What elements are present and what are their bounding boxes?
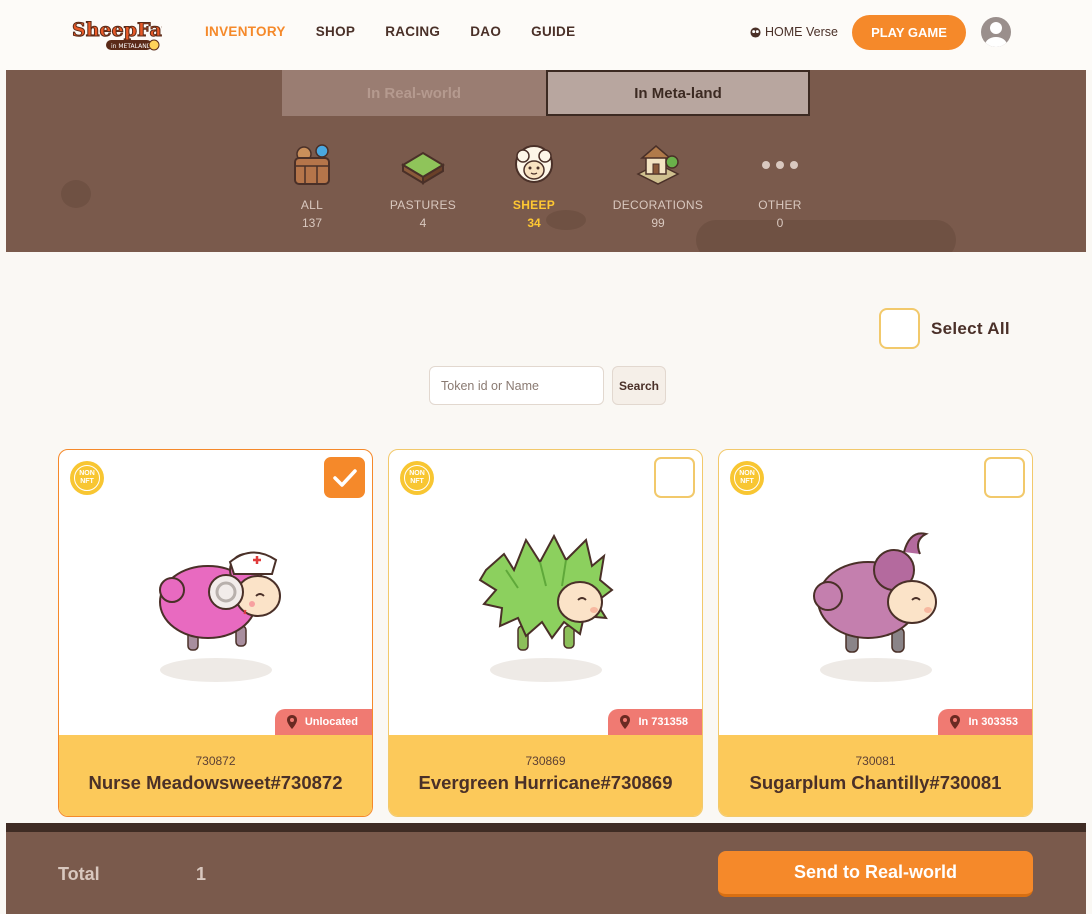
token-id: 730869	[525, 754, 566, 768]
location-label: In 731358	[638, 716, 688, 728]
checkmark-icon	[332, 468, 357, 487]
sheep-name: Evergreen Hurricane#730869	[418, 772, 673, 793]
sheep-icon	[484, 140, 584, 190]
non-nft-badge: NON NFT	[70, 461, 104, 495]
sheep-name: Nurse Meadowsweet#730872	[88, 772, 343, 793]
nav-guide[interactable]: GUIDE	[531, 24, 575, 39]
play-game-button[interactable]: PLAY GAME	[852, 15, 966, 50]
sheep-image	[59, 500, 372, 700]
tab-in-real-world[interactable]: In Real-world	[282, 70, 546, 116]
category-all[interactable]: ALL 137	[262, 140, 362, 230]
card-checkbox-checked[interactable]	[324, 457, 365, 498]
homeverse-link[interactable]: HOME Verse	[750, 25, 838, 39]
map-pin-icon	[286, 715, 297, 729]
send-to-real-world-button[interactable]: Send to Real-world	[718, 851, 1033, 897]
total-label: Total	[58, 864, 100, 884]
house-icon	[608, 140, 708, 190]
card-checkbox[interactable]	[654, 457, 695, 498]
category-label: ALL	[300, 198, 324, 212]
nav-racing[interactable]: RACING	[385, 24, 440, 39]
basket-icon	[262, 140, 362, 190]
category-label: OTHER	[758, 198, 802, 212]
sheep-image	[719, 500, 1032, 700]
nav-shop[interactable]: SHOP	[316, 24, 355, 39]
homeverse-label: HOME Verse	[765, 25, 838, 39]
decorative-blob	[61, 180, 91, 208]
total-value: 1	[196, 864, 207, 884]
category-other[interactable]: OTHER 0	[730, 140, 830, 230]
select-all-label[interactable]: Select All	[931, 319, 1010, 339]
user-avatar[interactable]	[981, 17, 1011, 47]
category-count: 4	[419, 216, 427, 230]
search-input[interactable]	[429, 366, 604, 405]
sheepfarm-logo[interactable]: SheepFarm in METALAND	[70, 12, 192, 54]
nav-inventory[interactable]: INVENTORY	[205, 24, 286, 39]
main-nav: INVENTORY SHOP RACING DAO GUIDE	[205, 24, 605, 39]
more-dots-icon	[730, 140, 830, 190]
location-label: In 303353	[968, 716, 1018, 728]
category-decorations[interactable]: DECORATIONS 99	[608, 140, 708, 230]
category-count: 99	[651, 216, 665, 230]
sheep-card[interactable]: NON NFT Unlocated 730872 Nurse Meadowswe…	[58, 449, 373, 817]
bottom-action-bar: Total 1 Send to Real-world	[6, 823, 1086, 914]
select-all-checkbox[interactable]	[879, 308, 920, 349]
category-label: SHEEP	[512, 198, 556, 212]
category-count: 137	[301, 216, 323, 230]
category-sheep[interactable]: SHEEP 34	[484, 140, 584, 230]
location-badge: In 303353	[938, 709, 1032, 735]
tab-in-meta-land[interactable]: In Meta-land	[546, 70, 810, 116]
location-badge: Unlocated	[274, 709, 372, 735]
card-footer: 730869 Evergreen Hurricane#730869	[389, 735, 702, 816]
inventory-banner: In Real-world In Meta-land ALL 137 PASTU…	[6, 70, 1086, 252]
map-pin-icon	[950, 715, 961, 729]
svg-text:in METALAND: in METALAND	[111, 43, 152, 50]
sheep-card[interactable]: NON NFT In 303353 730081 Sugarplum Chant…	[718, 449, 1033, 817]
category-label: PASTURES	[389, 198, 457, 212]
map-pin-icon	[620, 715, 631, 729]
category-label: DECORATIONS	[612, 198, 704, 212]
category-count: 0	[776, 216, 784, 230]
nav-dao[interactable]: DAO	[470, 24, 501, 39]
pasture-icon	[373, 140, 473, 190]
card-footer: 730081 Sugarplum Chantilly#730081	[719, 735, 1032, 816]
token-id: 730872	[195, 754, 236, 768]
top-header: SheepFarm in METALAND INVENTORY SHOP RAC…	[0, 0, 1092, 70]
card-checkbox[interactable]	[984, 457, 1025, 498]
non-nft-badge: NON NFT	[730, 461, 764, 495]
sheep-name: Sugarplum Chantilly#730081	[749, 772, 1002, 793]
homeverse-icon	[750, 26, 761, 38]
sheep-card[interactable]: NON NFT In 731358 730869 Evergreen Hurri…	[388, 449, 703, 817]
token-id: 730081	[855, 754, 896, 768]
non-nft-badge: NON NFT	[400, 461, 434, 495]
location-badge: In 731358	[608, 709, 702, 735]
search-button[interactable]: Search	[612, 366, 666, 405]
location-label: Unlocated	[304, 716, 358, 728]
svg-text:SheepFarm: SheepFarm	[72, 19, 162, 41]
card-footer: 730872 Nurse Meadowsweet#730872	[59, 735, 372, 816]
category-pastures[interactable]: PASTURES 4	[373, 140, 473, 230]
category-count: 34	[527, 216, 541, 230]
sheep-image	[389, 500, 702, 700]
